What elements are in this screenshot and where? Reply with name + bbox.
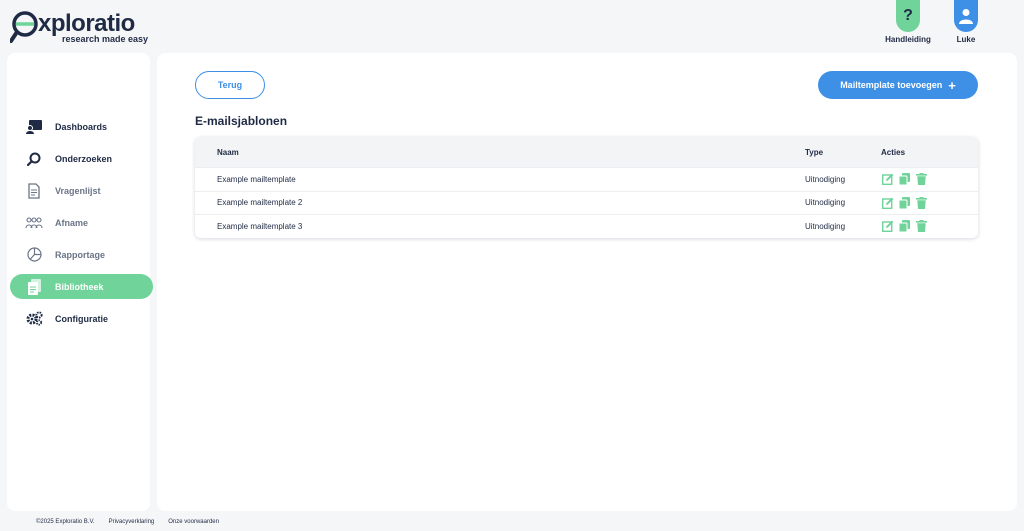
- copy-icon[interactable]: [898, 173, 911, 186]
- table-row[interactable]: Example mailtemplate 2 Uitnodiging: [195, 190, 978, 215]
- edit-icon[interactable]: [881, 220, 894, 233]
- footer: ©2025 Exploratio B.V. Privacyverklaring …: [36, 519, 219, 525]
- sidebar-item-afname[interactable]: Afname: [10, 210, 153, 235]
- sidebar-item-dashboards[interactable]: Dashboards: [10, 114, 153, 139]
- sidebar-item-vragenlijst[interactable]: Vragenlijst: [10, 178, 153, 203]
- column-header-name[interactable]: Naam: [195, 148, 805, 157]
- template-name: Example mailtemplate: [217, 174, 296, 184]
- help-icon: ?: [896, 0, 920, 32]
- add-mailtemplate-button[interactable]: Mailtemplate toevoegen +: [818, 71, 978, 99]
- mailtemplates-table: Naam Type Acties Example mailtemplate Ui…: [195, 137, 978, 238]
- library-icon: [25, 278, 43, 296]
- template-name: Example mailtemplate 3: [217, 221, 303, 231]
- sidebar-item-bibliotheek[interactable]: Bibliotheek: [10, 274, 153, 299]
- privacy-link[interactable]: Privacyverklaring: [109, 519, 155, 525]
- user-menu-button[interactable]: Luke: [936, 0, 996, 44]
- sidebar-item-label: Rapportage: [55, 249, 106, 260]
- people-icon: [25, 214, 43, 232]
- logo-magnifier-e-icon: [10, 11, 38, 43]
- gears-icon: [25, 310, 43, 328]
- dashboard-icon: [25, 118, 43, 136]
- row-actions: [881, 220, 978, 233]
- sidebar-item-rapportage[interactable]: Rapportage: [10, 242, 153, 267]
- document-icon: [25, 182, 43, 200]
- brand-tagline: research made easy: [62, 34, 149, 44]
- sidebar-item-label: Vragenlijst: [55, 185, 101, 196]
- help-label: Handleiding: [885, 35, 931, 44]
- user-icon: [954, 0, 978, 32]
- sidebar-item-label: Bibliotheek: [55, 281, 104, 292]
- template-type: Uitnodiging: [805, 198, 846, 208]
- user-name: Luke: [956, 35, 976, 44]
- template-name: Example mailtemplate 2: [217, 198, 303, 208]
- edit-icon[interactable]: [881, 173, 894, 186]
- sidebar-item-onderzoeken[interactable]: Onderzoeken: [10, 146, 153, 171]
- add-mailtemplate-label: Mailtemplate toevoegen: [840, 80, 943, 90]
- sidebar-item-label: Afname: [55, 217, 89, 228]
- sidebar-item-configuratie[interactable]: Configuratie: [10, 306, 153, 331]
- page-title: E-mailsjablonen: [195, 114, 288, 128]
- terms-link[interactable]: Onze voorwaarden: [168, 519, 219, 525]
- help-button[interactable]: ? Handleiding: [878, 0, 938, 44]
- sidebar-item-label: Configuratie: [55, 313, 108, 324]
- table-row[interactable]: Example mailtemplate 3 Uitnodiging: [195, 214, 978, 238]
- copy-icon[interactable]: [898, 196, 911, 209]
- pie-chart-icon: [25, 246, 43, 264]
- column-header-actions: Acties: [881, 147, 906, 157]
- delete-icon[interactable]: [915, 220, 928, 233]
- table-header: Naam Type Acties: [195, 137, 978, 167]
- edit-icon[interactable]: [881, 196, 894, 209]
- sidebar-item-label: Onderzoeken: [55, 153, 113, 164]
- row-actions: [881, 173, 978, 186]
- table-row[interactable]: Example mailtemplate Uitnodiging: [195, 167, 978, 191]
- main-panel: Terug Mailtemplate toevoegen + E-mailsja…: [157, 53, 1017, 511]
- sidebar-nav: Dashboards Onderzoeken Vragenlijst Afnam…: [10, 114, 153, 338]
- row-actions: [881, 196, 978, 209]
- back-button[interactable]: Terug: [195, 71, 265, 99]
- delete-icon[interactable]: [915, 196, 928, 209]
- brand-logo[interactable]: xploratio research made easy: [10, 8, 150, 44]
- search-icon: [25, 150, 43, 168]
- footer-copyright: ©2025 Exploratio B.V.: [36, 519, 95, 525]
- template-type: Uitnodiging: [805, 174, 846, 184]
- copy-icon[interactable]: [898, 220, 911, 233]
- delete-icon[interactable]: [915, 173, 928, 186]
- sidebar-item-label: Dashboards: [55, 121, 108, 132]
- template-type: Uitnodiging: [805, 221, 846, 231]
- column-header-type[interactable]: Type: [805, 148, 881, 157]
- plus-icon: +: [948, 77, 956, 93]
